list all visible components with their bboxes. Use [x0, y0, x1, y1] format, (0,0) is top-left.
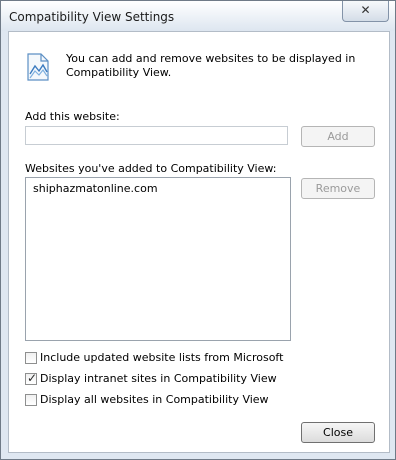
- add-website-label: Add this website:: [25, 110, 120, 123]
- list-item[interactable]: shiphazmatonline.com: [33, 182, 158, 195]
- checkbox-display-intranet[interactable]: ✓: [25, 371, 38, 385]
- window-title: Compatibility View Settings: [9, 10, 175, 24]
- title-bar[interactable]: Compatibility View Settings ✕: [1, 1, 395, 31]
- add-button[interactable]: Add: [301, 126, 375, 147]
- option-label: Display all websites in Compatibility Vi…: [40, 393, 269, 406]
- info-text: You can add and remove websites to be di…: [66, 52, 356, 79]
- websites-list-label: Websites you've added to Compatibility V…: [25, 162, 277, 175]
- checkmark-icon: ✓: [27, 371, 38, 385]
- close-window-button[interactable]: ✕: [342, 1, 389, 22]
- option-label: Include updated website lists from Micro…: [40, 351, 284, 364]
- close-icon: ✕: [360, 3, 371, 17]
- dialog-body: You can add and remove websites to be di…: [8, 31, 390, 453]
- remove-button[interactable]: Remove: [301, 178, 375, 199]
- compatibility-view-icon: [27, 53, 49, 81]
- option-label: Display intranet sites in Compatibility …: [40, 372, 277, 385]
- close-button[interactable]: Close: [301, 422, 375, 443]
- websites-list[interactable]: shiphazmatonline.com: [25, 177, 291, 341]
- checkbox-display-all[interactable]: [25, 394, 37, 406]
- add-website-input[interactable]: [25, 126, 288, 145]
- compat-view-dialog: Compatibility View Settings ✕ You can ad…: [0, 0, 396, 460]
- checkbox-include-updated-lists[interactable]: [25, 352, 37, 364]
